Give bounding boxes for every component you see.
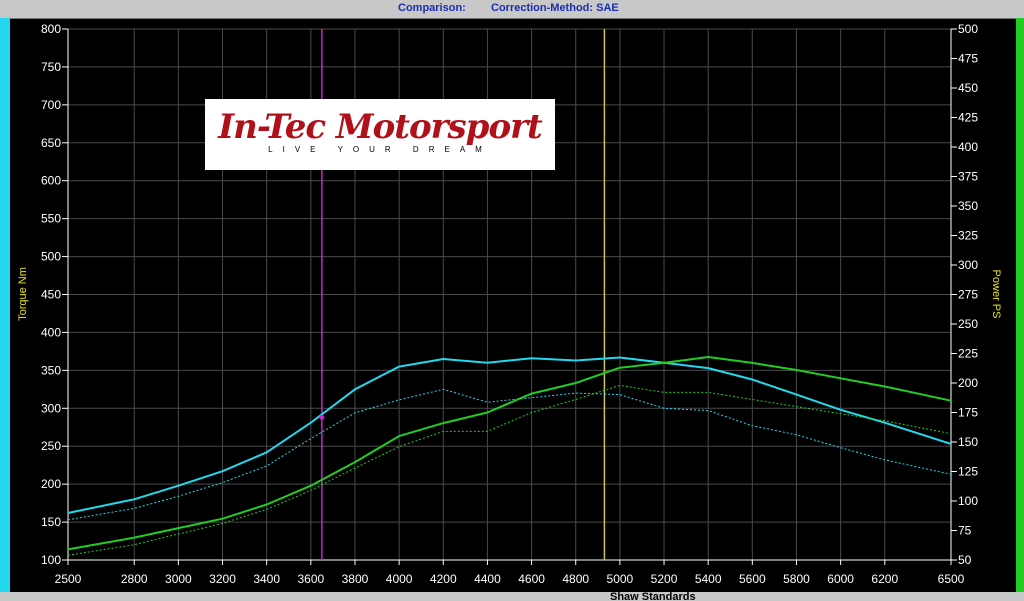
logo-tagline: LIVE YOUR DREAM bbox=[268, 145, 492, 154]
status-bar: Shaw Standards bbox=[0, 592, 1024, 601]
y2-tick-label: 350 bbox=[958, 199, 978, 213]
y-tick-label: 250 bbox=[41, 439, 61, 453]
y-tick-label: 700 bbox=[41, 98, 61, 112]
x-tick-label: 2500 bbox=[55, 572, 82, 586]
power-dotted-curve bbox=[67, 384, 952, 556]
cursor-marker bbox=[319, 414, 325, 420]
x-tick-label: 5200 bbox=[651, 572, 678, 586]
y-tick-label: 150 bbox=[41, 515, 61, 529]
y-tick-label: 500 bbox=[41, 250, 61, 264]
x-tick-label: 3000 bbox=[165, 572, 192, 586]
x-tick-label: 5800 bbox=[783, 572, 810, 586]
y2-tick-label: 500 bbox=[958, 22, 978, 36]
x-tick-label: 4800 bbox=[562, 572, 589, 586]
y-tick-label: 100 bbox=[41, 553, 61, 567]
in-tec-motorsport-logo: In-Tec Motorsport LIVE YOUR DREAM bbox=[205, 99, 555, 170]
x-tick-label: 5000 bbox=[607, 572, 634, 586]
y-tick-label: 550 bbox=[41, 212, 61, 226]
x-tick-label: 3800 bbox=[342, 572, 369, 586]
logo-brand: In-Tec Motorsport bbox=[218, 107, 543, 147]
x-tick-label: 6200 bbox=[871, 572, 898, 586]
x-tick-label: 6000 bbox=[827, 572, 854, 586]
x-tick-label: 2800 bbox=[121, 572, 148, 586]
y2-tick-label: 175 bbox=[958, 406, 978, 420]
y2-tick-label: 75 bbox=[958, 524, 972, 538]
y2-tick-label: 425 bbox=[958, 111, 978, 125]
y-tick-label: 200 bbox=[41, 477, 61, 491]
standards-label: Shaw Standards bbox=[610, 592, 696, 601]
y-tick-label: 300 bbox=[41, 401, 61, 415]
y2-tick-label: 150 bbox=[958, 435, 978, 449]
x-tick-label: 3600 bbox=[297, 572, 324, 586]
y2-tick-label: 125 bbox=[958, 465, 978, 479]
y2-tick-label: 450 bbox=[958, 81, 978, 95]
y2-tick-label: 100 bbox=[958, 494, 978, 508]
y2-tick-label: 475 bbox=[958, 52, 978, 66]
torque-dotted-curve bbox=[67, 388, 952, 521]
x-tick-label: 5600 bbox=[739, 572, 766, 586]
y-tick-label: 800 bbox=[41, 22, 61, 36]
y2-tick-label: 375 bbox=[958, 170, 978, 184]
x-tick-label: 4200 bbox=[430, 572, 457, 586]
y2-tick-label: 325 bbox=[958, 229, 978, 243]
power-solid-curve bbox=[67, 356, 952, 551]
y2-tick-label: 400 bbox=[958, 140, 978, 154]
y2-axis-title: Power PS bbox=[990, 270, 1002, 319]
dyno-chart[interactable]: 2500 2800 3000 3200 3400 3600 3800 4000 4200 4400… bbox=[0, 0, 1024, 601]
y-tick-label: 750 bbox=[41, 60, 61, 74]
x-tick-label: 4600 bbox=[518, 572, 545, 586]
x-tick-label: 5400 bbox=[695, 572, 722, 586]
x-tick-label: 3200 bbox=[209, 572, 236, 586]
y-tick-label: 600 bbox=[41, 174, 61, 188]
x-tick-label: 4400 bbox=[474, 572, 501, 586]
y2-tick-label: 275 bbox=[958, 288, 978, 302]
x-tick-label: 6500 bbox=[938, 572, 965, 586]
y2-tick-label: 250 bbox=[958, 317, 978, 331]
y-tick-label: 650 bbox=[41, 136, 61, 150]
y-axis-title: Torque Nm bbox=[17, 267, 29, 321]
y2-tick-label: 200 bbox=[958, 376, 978, 390]
y2-tick-label: 50 bbox=[958, 553, 972, 567]
x-tick-label: 3400 bbox=[253, 572, 280, 586]
y-tick-label: 400 bbox=[41, 325, 61, 339]
x-tick-label: 4000 bbox=[386, 572, 413, 586]
y-tick-label: 350 bbox=[41, 363, 61, 377]
y-tick-label: 450 bbox=[41, 288, 61, 302]
y2-tick-label: 300 bbox=[958, 258, 978, 272]
y2-tick-label: 225 bbox=[958, 347, 978, 361]
